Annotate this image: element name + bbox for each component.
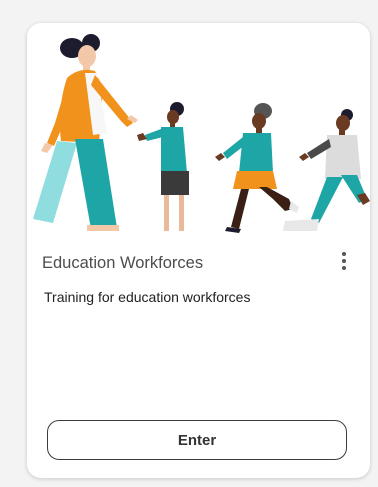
card-description: Training for education workforces	[44, 289, 251, 305]
running-woman-figure	[215, 103, 299, 233]
card-title: Education Workforces	[42, 254, 204, 272]
woman-figure	[33, 34, 138, 231]
people-reaching-illustration	[33, 34, 370, 233]
walking-man-figure	[283, 109, 370, 231]
child-figure	[137, 102, 189, 231]
more-vertical-icon[interactable]	[336, 251, 352, 271]
enter-button[interactable]: Enter	[47, 420, 347, 460]
course-card: Education Workforces Training for educat…	[27, 23, 370, 478]
